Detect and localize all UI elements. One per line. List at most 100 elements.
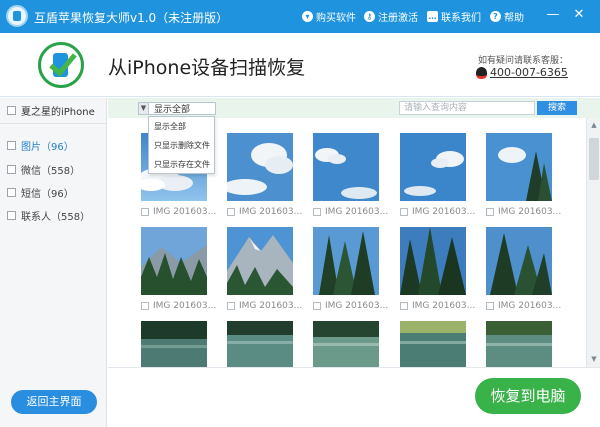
app-title: 互盾苹果恢复大师v1.0（未注册版） <box>34 11 229 25</box>
buy-software-button[interactable]: ▾ 购买软件 <box>302 9 356 24</box>
support-phone[interactable]: 400-007-6365 <box>476 66 568 79</box>
sidebar-item-label: 图片（96） <box>21 142 74 153</box>
sidebar-item-label: 短信（96） <box>21 189 74 200</box>
sidebar: 夏之星的iPhone 图片（96） 微信（558） 短信（96） 联系人（558… <box>0 98 107 427</box>
photo-thumbnail[interactable] <box>486 227 552 295</box>
photo-filename: IMG 201603... <box>153 207 217 217</box>
sidebar-item-contacts[interactable]: 联系人（558） <box>7 208 90 223</box>
register-activate-label: 注册激活 <box>378 12 418 24</box>
photo-label: IMG 201603... <box>227 300 302 312</box>
buy-software-label: 购买软件 <box>316 12 356 24</box>
photo-filename: IMG 201603... <box>239 207 303 217</box>
wechat-checkbox[interactable] <box>7 165 16 174</box>
photo-thumbnail[interactable] <box>313 321 379 367</box>
chat-icon: … <box>427 10 438 22</box>
photo-label: IMG 201603... <box>141 206 216 218</box>
register-activate-button[interactable]: ⚷ 注册激活 <box>364 9 418 24</box>
menu-item-show-deleted[interactable]: 只显示删除文件 <box>149 136 214 155</box>
sidebar-item-label: 联系人（558） <box>21 212 91 223</box>
photo-label: IMG 201603... <box>313 206 388 218</box>
grid-scrollbar[interactable]: ▲ ▼ <box>586 118 600 367</box>
qq-icon <box>476 66 487 79</box>
device-checkbox[interactable] <box>7 106 16 115</box>
header: 从iPhone设备扫描恢复 如有疑问请联系客服： 400-007-6365 <box>0 33 600 97</box>
contact-us-button[interactable]: … 联系我们 <box>427 9 481 24</box>
photo-thumbnail[interactable] <box>486 133 552 201</box>
photo-label: IMG 201603... <box>486 300 561 312</box>
photo-thumbnail[interactable] <box>400 321 466 367</box>
photo-filename: IMG 201603... <box>325 301 389 311</box>
help-button[interactable]: ? 帮助 <box>490 9 524 24</box>
recover-to-computer-button[interactable]: 恢复到电脑 <box>475 378 581 414</box>
photo-thumbnail[interactable] <box>313 227 379 295</box>
photo-label: IMG 201603... <box>227 206 302 218</box>
back-to-main-button[interactable]: 返回主界面 <box>11 390 97 414</box>
close-icon[interactable]: ✕ <box>572 8 586 22</box>
help-icon: ? <box>490 10 501 22</box>
photo-thumbnail[interactable] <box>227 133 293 201</box>
photo-checkbox[interactable] <box>227 208 235 216</box>
photo-checkbox[interactable] <box>400 302 408 310</box>
photo-filename: IMG 201603... <box>153 301 217 311</box>
toolbar: ▼ 显示全部 请输入查询内容 搜索 <box>108 98 600 118</box>
photo-filename: IMG 201603... <box>325 207 389 217</box>
photo-label: IMG 201603... <box>400 300 475 312</box>
sidebar-item-wechat[interactable]: 微信（558） <box>7 162 80 177</box>
menu-item-show-all[interactable]: 显示全部 <box>149 117 214 136</box>
contacts-checkbox[interactable] <box>7 211 16 220</box>
scroll-up-icon[interactable]: ▲ <box>589 120 599 130</box>
photo-checkbox[interactable] <box>486 208 494 216</box>
sms-checkbox[interactable] <box>7 188 16 197</box>
photo-thumbnail[interactable] <box>486 321 552 367</box>
sidebar-item-photos[interactable]: 图片（96） <box>7 138 74 153</box>
page-title: 从iPhone设备扫描恢复 <box>108 57 306 79</box>
cart-icon: ▾ <box>302 10 313 22</box>
photo-label: IMG 201603... <box>486 206 561 218</box>
device-item[interactable]: 夏之星的iPhone <box>0 98 107 124</box>
photo-thumbnail[interactable] <box>227 227 293 295</box>
photo-thumbnail[interactable] <box>141 227 207 295</box>
sidebar-item-sms[interactable]: 短信（96） <box>7 185 74 200</box>
search-input[interactable]: 请输入查询内容 <box>399 101 535 115</box>
scroll-down-icon[interactable]: ▼ <box>589 354 599 364</box>
scrollbar-thumb[interactable] <box>589 138 599 180</box>
title-bar: 互盾苹果恢复大师v1.0（未注册版） ▾ 购买软件 ⚷ 注册激活 … 联系我们 … <box>0 0 600 33</box>
photos-checkbox[interactable] <box>7 141 16 150</box>
photo-checkbox[interactable] <box>486 302 494 310</box>
help-label: 帮助 <box>504 12 524 24</box>
photo-checkbox[interactable] <box>400 208 408 216</box>
app-logo-icon <box>6 5 28 27</box>
photo-filename: IMG 201603... <box>412 301 476 311</box>
photo-filename: IMG 201603... <box>412 207 476 217</box>
phone-check-logo-icon <box>38 42 84 88</box>
filter-dropdown-menu: 显示全部 只显示删除文件 只显示存在文件 <box>148 116 215 174</box>
photo-filename: IMG 201603... <box>239 301 303 311</box>
menu-item-show-existing[interactable]: 只显示存在文件 <box>149 155 214 174</box>
minimize-icon[interactable]: — <box>546 8 560 22</box>
photo-filename: IMG 201603... <box>498 207 562 217</box>
contact-us-label: 联系我们 <box>441 12 481 24</box>
support-label: 如有疑问请联系客服： <box>478 56 569 66</box>
photo-thumbnail[interactable] <box>227 321 293 367</box>
photo-checkbox[interactable] <box>227 302 235 310</box>
photo-checkbox[interactable] <box>141 208 149 216</box>
photo-filename: IMG 201603... <box>498 301 562 311</box>
photo-label: IMG 201603... <box>313 300 388 312</box>
photo-thumbnail[interactable] <box>400 227 466 295</box>
photo-thumbnail[interactable] <box>313 133 379 201</box>
device-name: 夏之星的iPhone <box>21 107 95 118</box>
photo-thumbnail[interactable] <box>400 133 466 201</box>
key-icon: ⚷ <box>364 10 375 22</box>
filter-value: 显示全部 <box>154 105 191 115</box>
photo-label: IMG 201603... <box>141 300 216 312</box>
photo-checkbox[interactable] <box>141 302 149 310</box>
sidebar-item-label: 微信（558） <box>21 166 81 177</box>
chevron-down-icon[interactable]: ▼ <box>139 103 149 114</box>
photo-thumbnail[interactable] <box>141 321 207 367</box>
photo-checkbox[interactable] <box>313 302 321 310</box>
filter-select[interactable]: ▼ 显示全部 <box>138 102 216 115</box>
photo-checkbox[interactable] <box>313 208 321 216</box>
search-button[interactable]: 搜索 <box>537 101 577 115</box>
photo-label: IMG 201603... <box>400 206 475 218</box>
support-phone-number: 400-007-6365 <box>490 66 568 79</box>
